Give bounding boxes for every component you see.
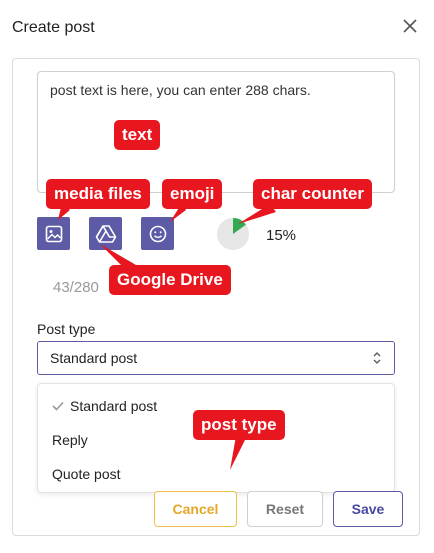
option-quote-post[interactable]: Quote post <box>52 466 121 482</box>
char-counter-gauge <box>217 218 249 250</box>
option-reply[interactable]: Reply <box>52 432 88 448</box>
emoji-button[interactable] <box>141 217 174 250</box>
image-icon <box>45 225 62 242</box>
post-text-input[interactable]: post text is here, you can enter 288 cha… <box>37 71 395 193</box>
post-type-label: Post type <box>37 321 96 337</box>
annotation-emoji: emoji <box>162 179 223 209</box>
save-button[interactable]: Save <box>333 491 403 527</box>
char-count: 43/280 <box>53 279 99 296</box>
post-type-selected-value: Standard post <box>50 350 138 366</box>
close-icon <box>403 19 417 33</box>
post-type-select[interactable]: Standard post <box>37 341 395 375</box>
option-label: Standard post <box>70 398 158 414</box>
media-files-button[interactable] <box>37 217 70 250</box>
annotation-text: text <box>114 120 161 150</box>
annotation-google-drive: Google Drive <box>109 265 231 295</box>
google-drive-button[interactable] <box>89 217 122 250</box>
google-drive-icon <box>95 224 116 243</box>
annotation-media-files: media files <box>46 179 150 209</box>
chevron-up-down-icon <box>373 352 381 364</box>
check-icon <box>52 401 64 411</box>
option-standard-post[interactable]: Standard post <box>52 398 157 414</box>
cancel-button[interactable]: Cancel <box>154 491 237 527</box>
char-counter-percent: 15% <box>266 227 297 244</box>
dialog-title: Create post <box>12 19 95 36</box>
annotation-post-type: post type <box>193 410 285 440</box>
annotation-char-counter: char counter <box>253 179 372 209</box>
reset-button[interactable]: Reset <box>247 491 323 527</box>
close-button[interactable] <box>400 16 420 36</box>
emoji-icon <box>149 225 166 242</box>
